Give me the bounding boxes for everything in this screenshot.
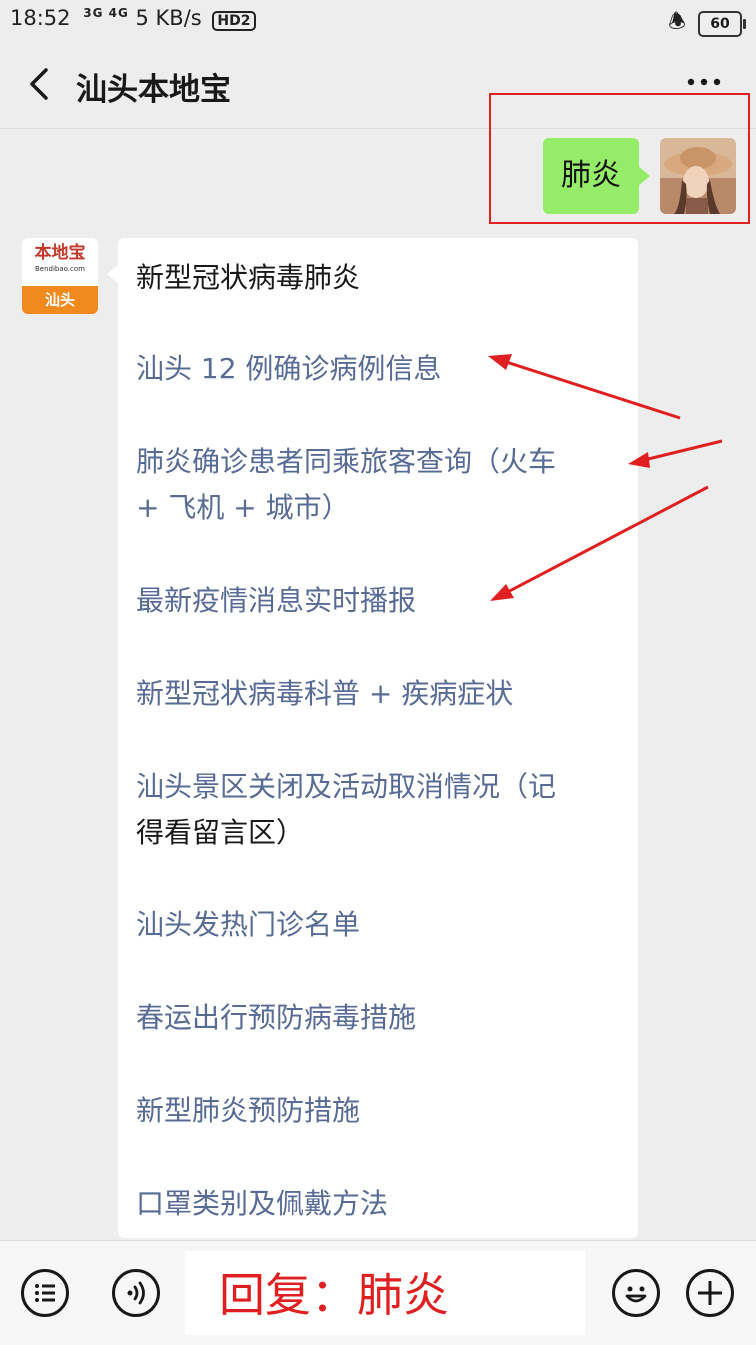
- emoji-button[interactable]: [612, 1269, 660, 1317]
- annotation-arrow: [639, 439, 723, 463]
- menu-link-scenic-closures[interactable]: 汕头景区关闭及活动取消情况（记 得看留言区）: [136, 764, 626, 856]
- menu-link-text: 最新疫情消息实时播报: [136, 584, 417, 617]
- chevron-left-icon: [30, 68, 48, 100]
- menu-link-travel-prevention[interactable]: 春运出行预防病毒措施: [136, 995, 626, 1041]
- signal-icon: 3G 4G: [83, 6, 129, 20]
- menu-link-text-cont: + 飞机 + 城市）: [136, 491, 350, 524]
- outgoing-message-bubble[interactable]: 肺炎: [543, 138, 650, 214]
- menu-link-text: 口罩类别及佩戴方法: [136, 1187, 389, 1220]
- bendibao-site: Bendibao.com: [34, 265, 85, 273]
- battery-icon: 60: [698, 11, 746, 37]
- reply-hint-overlay: 回复：肺炎: [185, 1251, 585, 1335]
- menu-link-live-news[interactable]: 最新疫情消息实时播报: [136, 578, 626, 624]
- menu-link-passenger-query[interactable]: 肺炎确诊患者同乘旅客查询（火车 + 飞机 + 城市）: [136, 439, 626, 531]
- vibrate-icon: 🕭: [668, 9, 686, 33]
- chat-title: 汕头本地宝: [76, 72, 231, 108]
- menu-link-text: 汕头景区关闭及活动取消情况（记: [136, 770, 557, 803]
- status-time: 18:52: [10, 6, 71, 30]
- voice-button[interactable]: [112, 1269, 160, 1317]
- menu-link-text: 汕头 12 例确诊病例信息: [136, 352, 442, 385]
- chat-input-bar: 回复：肺炎: [0, 1240, 756, 1345]
- bot-avatar-city: 汕头: [22, 286, 98, 314]
- menu-link-text: 新型冠状病毒科普 + 疾病症状: [136, 677, 514, 710]
- hd-badge: HD2: [212, 11, 256, 31]
- user-avatar[interactable]: [660, 138, 736, 214]
- reply-hint-text: 回复：肺炎: [219, 1268, 449, 1322]
- status-right: 🕭 60: [668, 7, 746, 41]
- emoji-icon: [625, 1286, 647, 1303]
- add-button[interactable]: [686, 1269, 734, 1317]
- outgoing-message-row: 肺炎: [536, 138, 736, 218]
- menu-link-text: 新型肺炎预防措施: [136, 1094, 361, 1127]
- menu-link-text: 肺炎确诊患者同乘旅客查询（火车: [136, 445, 557, 478]
- menu-link-text: 汕头发热门诊名单: [136, 908, 361, 941]
- user-photo: [660, 138, 736, 214]
- menu-link-pneumonia-prevention[interactable]: 新型肺炎预防措施: [136, 1088, 626, 1134]
- status-left: 18:52 3G 4G 5 KB/s HD2: [10, 6, 256, 31]
- menu-link-confirmed-cases[interactable]: 汕头 12 例确诊病例信息: [136, 346, 626, 392]
- menu-link-text: 春运出行预防病毒措施: [136, 1001, 417, 1034]
- message-heading: 新型冠状病毒肺炎: [136, 261, 361, 294]
- bot-avatar-logo-area: 本地宝 Bendibao.com: [22, 238, 98, 286]
- menu-link-virus-science[interactable]: 新型冠状病毒科普 + 疾病症状: [136, 671, 626, 717]
- incoming-message-bubble: 新型冠状病毒肺炎 汕头 12 例确诊病例信息 肺炎确诊患者同乘旅客查询（火车 +…: [107, 238, 638, 1238]
- bot-avatar[interactable]: 本地宝 Bendibao.com 汕头: [22, 238, 98, 314]
- network-speed: 5 KB/s: [135, 6, 202, 30]
- list-icon: [35, 1284, 55, 1302]
- menu-link-text-cont: 得看留言区）: [136, 816, 305, 849]
- menu-link-fever-clinics[interactable]: 汕头发热门诊名单: [136, 902, 626, 948]
- bendibao-logo: 本地宝: [34, 243, 86, 263]
- back-button[interactable]: [22, 62, 62, 106]
- menu-link-mask-types[interactable]: 口罩类别及佩戴方法: [136, 1181, 626, 1227]
- menu-toggle-button[interactable]: [21, 1269, 69, 1317]
- status-bar: 18:52 3G 4G 5 KB/s HD2 🕭 60: [0, 0, 756, 40]
- plus-icon: [698, 1281, 722, 1305]
- voice-icon: [127, 1281, 145, 1305]
